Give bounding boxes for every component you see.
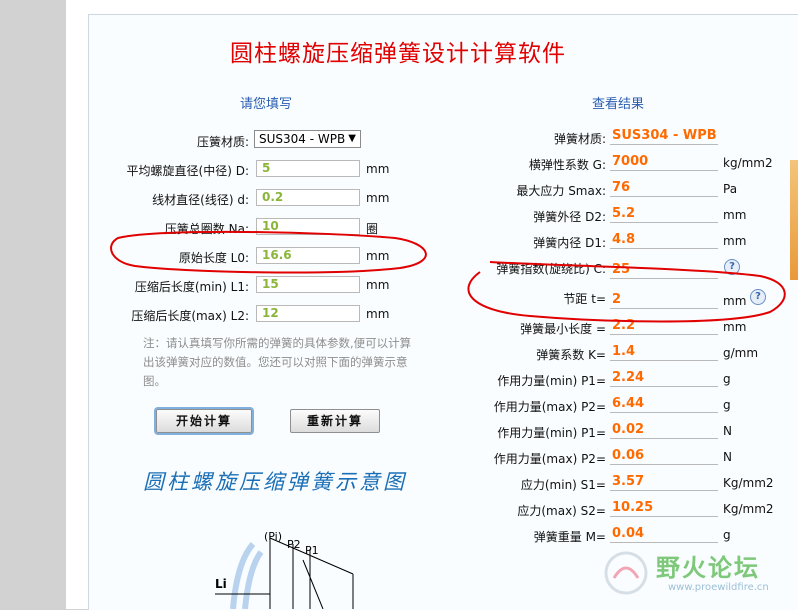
watermark-text: 野火论坛 — [656, 554, 760, 582]
watermark-url: www.proewildfire.cn — [668, 582, 769, 593]
red-annotation-overlay — [110, 230, 786, 323]
annotation-circle-pitch — [467, 261, 786, 323]
watermark-logo-icon — [604, 551, 648, 595]
annotation-circle-free-length — [110, 230, 427, 274]
